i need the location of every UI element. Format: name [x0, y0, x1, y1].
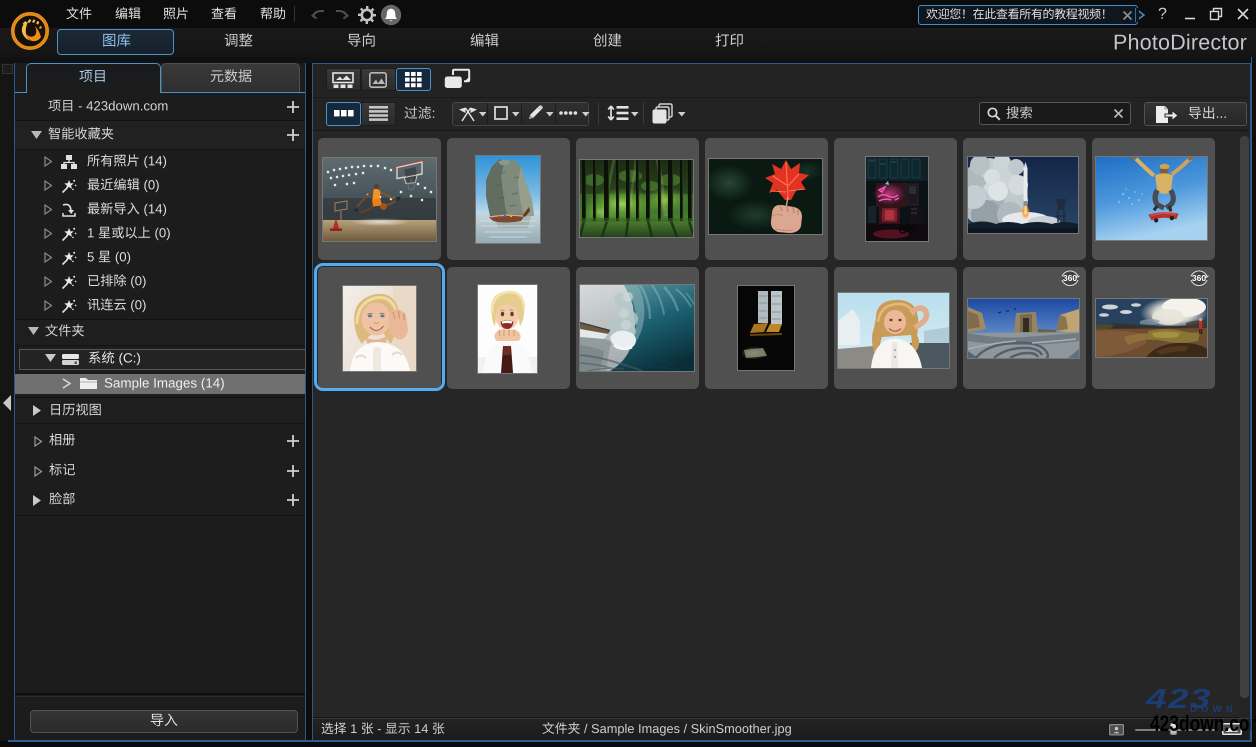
svg-text:360: 360 [1062, 273, 1076, 283]
svg-text:360: 360 [1191, 273, 1205, 283]
